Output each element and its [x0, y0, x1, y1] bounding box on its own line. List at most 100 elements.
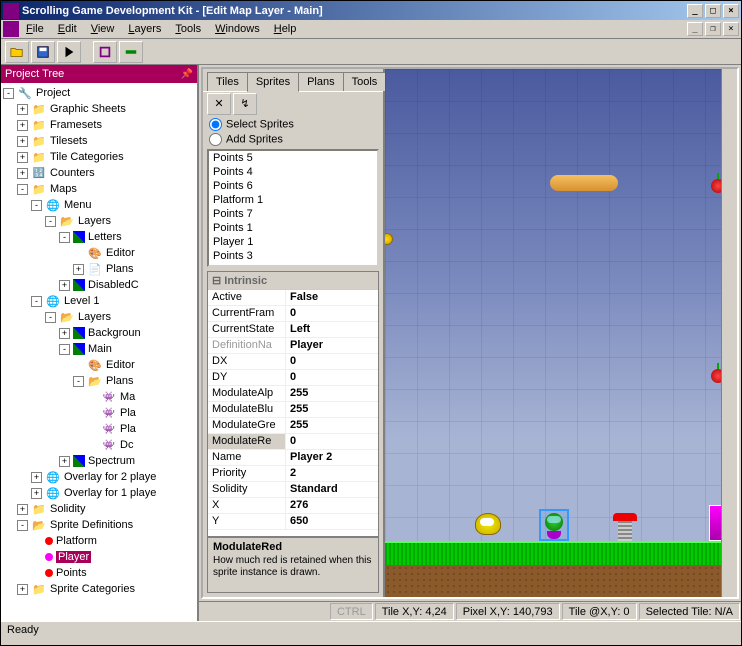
sprite-cherry-1[interactable]	[711, 179, 721, 193]
save-button[interactable]	[31, 41, 55, 63]
tree-maps[interactable]: -Maps	[3, 181, 197, 197]
tree-menu-layers[interactable]: -Layers	[3, 213, 197, 229]
mdi-restore-button[interactable]: ❐	[705, 22, 721, 36]
tree-letters-plans[interactable]: +Plans	[3, 261, 197, 277]
tab-sprites[interactable]: Sprites	[247, 72, 299, 92]
sprite-list-item[interactable]: Points 7	[209, 207, 377, 221]
tree-letters-editor[interactable]: Editor	[3, 245, 197, 261]
run-button[interactable]	[57, 41, 81, 63]
sprite-list-item[interactable]: Player 1	[209, 235, 377, 249]
tree-plan-dc[interactable]: Dc	[3, 437, 197, 453]
sprite-player-1[interactable]	[475, 513, 501, 541]
tree-disabledc[interactable]: +DisabledC	[3, 277, 197, 293]
tree-plan-ma[interactable]: Ma	[3, 389, 197, 405]
tool-b-button[interactable]	[119, 41, 143, 63]
mdi-close-button[interactable]: ×	[723, 22, 739, 36]
prop-category[interactable]: Intrinsic	[208, 272, 378, 290]
sprite-block[interactable]	[709, 505, 721, 541]
close-button[interactable]: ×	[723, 4, 739, 18]
tree-spectrum[interactable]: +Spectrum	[3, 453, 197, 469]
menu-view[interactable]: View	[84, 21, 122, 37]
menu-layers[interactable]: Layers	[121, 21, 168, 37]
menu-edit[interactable]: Edit	[51, 21, 84, 37]
property-row[interactable]: NamePlayer 2	[208, 450, 378, 466]
tree-overlay1[interactable]: +Overlay for 1 playe	[3, 485, 197, 501]
sprite-cherry-2[interactable]	[711, 369, 721, 383]
tree-menu[interactable]: -Menu	[3, 197, 197, 213]
tree-solidity[interactable]: +Solidity	[3, 501, 197, 517]
tree-main[interactable]: -Main	[3, 341, 197, 357]
open-button[interactable]	[5, 41, 29, 63]
tree-level1[interactable]: -Level 1	[3, 293, 197, 309]
pin-icon[interactable]: 📌	[181, 69, 193, 80]
maximize-button[interactable]: □	[705, 4, 721, 18]
property-row[interactable]: ModulateRe0	[208, 434, 378, 450]
property-row[interactable]: ModulateGre255	[208, 418, 378, 434]
tree-overlay2[interactable]: +Overlay for 2 playe	[3, 469, 197, 485]
sprite-list-item[interactable]: Platform 1	[209, 193, 377, 207]
property-row[interactable]: CurrentFram0	[208, 306, 378, 322]
tab-tools[interactable]: Tools	[343, 72, 387, 91]
app-icon	[3, 3, 19, 19]
tree-tile-categories[interactable]: +Tile Categories	[3, 149, 197, 165]
property-grid[interactable]: Intrinsic ActiveFalseCurrentFram0Current…	[207, 271, 379, 537]
tree-sprite-defs[interactable]: -Sprite Definitions	[3, 517, 197, 533]
tree-player[interactable]: Player	[3, 549, 197, 565]
sprite-coin[interactable]	[385, 233, 393, 245]
property-row[interactable]: DX0	[208, 354, 378, 370]
tree-platform[interactable]: Platform	[3, 533, 197, 549]
sprite-list-item[interactable]: Points 4	[209, 165, 377, 179]
sprite-baguette[interactable]	[550, 175, 618, 191]
property-row[interactable]: ModulateBlu255	[208, 402, 378, 418]
tree-sprite-cat[interactable]: +Sprite Categories	[3, 581, 197, 597]
menu-tools[interactable]: Tools	[168, 21, 208, 37]
tool-a-button[interactable]	[93, 41, 117, 63]
delete-sprite-button[interactable]: ✕	[207, 93, 231, 115]
tree-points[interactable]: Points	[3, 565, 197, 581]
radio-select-sprites[interactable]: Select Sprites	[209, 117, 377, 132]
tree-background[interactable]: +Backgroun	[3, 325, 197, 341]
property-row[interactable]: Y650	[208, 514, 378, 530]
sprite-list-item[interactable]: Points 6	[209, 179, 377, 193]
tree-body[interactable]: -Project +Graphic Sheets +Framesets +Til…	[1, 83, 197, 621]
sprite-list-item[interactable]: Points 3	[209, 249, 377, 263]
menu-help[interactable]: Help	[267, 21, 304, 37]
property-row[interactable]: DefinitionNaPlayer	[208, 338, 378, 354]
tree-main-editor[interactable]: Editor	[3, 357, 197, 373]
tree-counters[interactable]: +Counters	[3, 165, 197, 181]
sprite-player-2-selected[interactable]	[539, 509, 569, 541]
radio-add-sprites[interactable]: Add Sprites	[209, 132, 377, 147]
tree-tilesets[interactable]: +Tilesets	[3, 133, 197, 149]
project-tree-header: Project Tree 📌	[1, 65, 197, 83]
vertical-scrollbar[interactable]	[721, 69, 737, 597]
sprite-spring[interactable]	[613, 513, 637, 541]
property-row[interactable]: ModulateAlp255	[208, 386, 378, 402]
snap-button[interactable]: ↯	[233, 93, 257, 115]
tree-main-plans[interactable]: -Plans	[3, 373, 197, 389]
project-tree-panel: Project Tree 📌 -Project +Graphic Sheets …	[1, 65, 199, 621]
tree-graphic-sheets[interactable]: +Graphic Sheets	[3, 101, 197, 117]
tree-letters[interactable]: -Letters	[3, 229, 197, 245]
tree-plan-pla2[interactable]: Pla	[3, 421, 197, 437]
sprite-list-item[interactable]: Points 5	[209, 151, 377, 165]
property-row[interactable]: ActiveFalse	[208, 290, 378, 306]
menu-windows[interactable]: Windows	[208, 21, 267, 37]
property-row[interactable]: SolidityStandard	[208, 482, 378, 498]
property-row[interactable]: X276	[208, 498, 378, 514]
menu-file[interactable]: File	[19, 21, 51, 37]
tab-plans[interactable]: Plans	[298, 72, 344, 91]
minimize-button[interactable]: _	[687, 4, 703, 18]
property-row[interactable]: Priority2	[208, 466, 378, 482]
tree-framesets[interactable]: +Framesets	[3, 117, 197, 133]
property-row[interactable]: DY0	[208, 370, 378, 386]
tree-plan-pla1[interactable]: Pla	[3, 405, 197, 421]
tab-tiles[interactable]: Tiles	[207, 72, 248, 91]
sprite-listbox[interactable]: Points 5Points 4Points 6Platform 1Points…	[207, 149, 379, 267]
sprite-list-item[interactable]: Points 2	[209, 263, 377, 267]
mdi-minimize-button[interactable]: _	[687, 22, 703, 36]
property-row[interactable]: CurrentStateLeft	[208, 322, 378, 338]
map-canvas[interactable]	[385, 69, 721, 597]
tree-project[interactable]: -Project	[3, 85, 197, 101]
tree-level1-layers[interactable]: -Layers	[3, 309, 197, 325]
sprite-list-item[interactable]: Points 1	[209, 221, 377, 235]
